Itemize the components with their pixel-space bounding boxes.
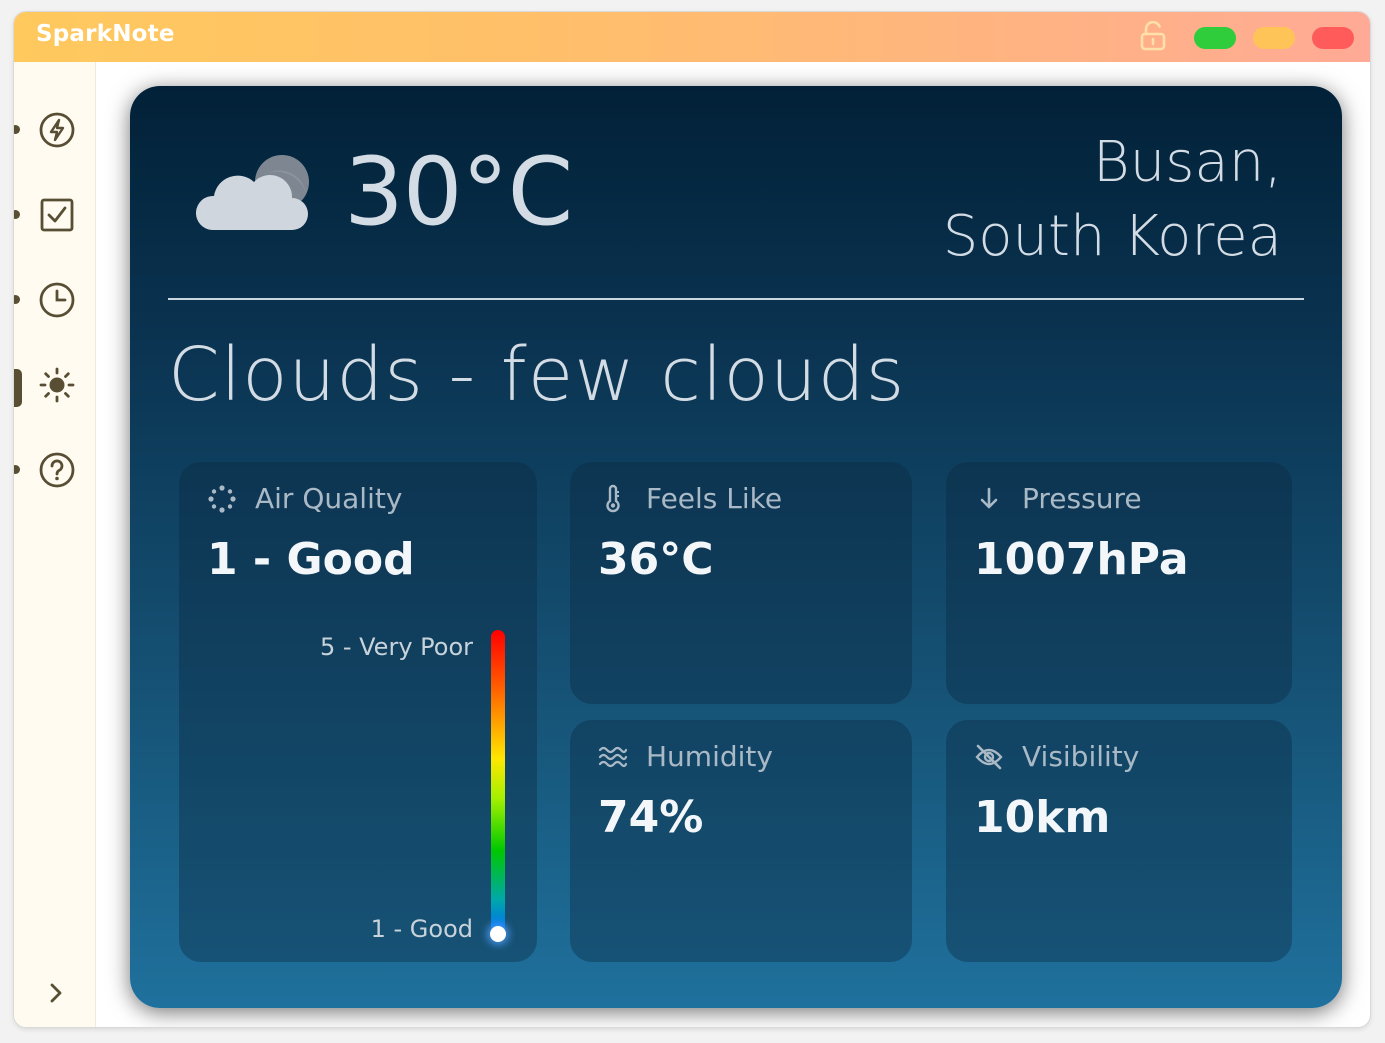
temperature-value: 30°C xyxy=(344,138,573,247)
maximize-button[interactable] xyxy=(1194,27,1236,49)
sidebar-item-weather[interactable] xyxy=(14,355,95,415)
app-window: SparkNote 30°C Busan, South Korea Clouds… xyxy=(14,12,1370,1027)
humidity-value: 74% xyxy=(598,792,704,843)
visibility-label: Visibility xyxy=(1022,740,1140,773)
pressure-label: Pressure xyxy=(1022,482,1142,515)
unlock-icon[interactable] xyxy=(1140,21,1166,51)
thermometer-icon xyxy=(606,484,620,513)
pressure-tile: Pressure 1007hPa xyxy=(946,462,1292,704)
eye-slash-icon xyxy=(975,744,1003,770)
aq-scale-bar xyxy=(491,630,505,936)
aq-scale-top-label: 5 - Very Poor xyxy=(319,633,473,661)
nav-dot xyxy=(14,210,20,219)
air-quality-icon xyxy=(208,485,236,513)
clock-icon xyxy=(39,282,75,318)
nav-dot xyxy=(14,125,20,134)
visibility-tile: Visibility 10km xyxy=(946,720,1292,962)
humidity-tile: Humidity 74% xyxy=(570,720,912,962)
nav-dot xyxy=(14,295,20,304)
weather-condition: Clouds - few clouds xyxy=(168,332,906,418)
sidebar-item-tasks[interactable] xyxy=(14,185,95,245)
divider xyxy=(168,298,1304,300)
air-quality-label: Air Quality xyxy=(255,482,403,515)
chevron-right-icon[interactable] xyxy=(44,981,68,1005)
sidebar-item-spark[interactable] xyxy=(14,100,95,160)
visibility-value: 10km xyxy=(974,792,1111,843)
sidebar-item-help[interactable] xyxy=(14,440,95,500)
sidebar-item-history[interactable] xyxy=(14,270,95,330)
help-icon xyxy=(39,452,75,488)
feels-like-tile: Feels Like 36°C xyxy=(570,462,912,704)
sun-icon xyxy=(39,367,75,403)
lightning-icon xyxy=(39,112,75,148)
air-quality-tile: Air Quality 1 - Good 5 - Very Poor 1 - G… xyxy=(179,462,537,962)
air-quality-value: 1 - Good xyxy=(207,534,415,585)
location-country: South Korea xyxy=(942,204,1282,269)
nav-dot xyxy=(14,465,20,474)
close-button[interactable] xyxy=(1312,27,1354,49)
checkbox-icon xyxy=(40,198,74,232)
aq-scale-bottom-label: 1 - Good xyxy=(370,915,473,943)
weather-card: 30°C Busan, South Korea Clouds - few clo… xyxy=(130,86,1342,1008)
feels-like-label: Feels Like xyxy=(646,482,783,515)
humidity-label: Humidity xyxy=(646,740,773,773)
app-title: SparkNote xyxy=(36,21,175,47)
active-indicator xyxy=(14,369,22,407)
waves-icon xyxy=(598,746,628,768)
feels-like-value: 36°C xyxy=(598,534,714,585)
cloud-moon-icon xyxy=(196,155,309,230)
sidebar xyxy=(14,62,96,1027)
title-bar[interactable]: SparkNote xyxy=(14,12,1370,62)
arrow-down-icon xyxy=(980,487,998,509)
pressure-value: 1007hPa xyxy=(974,534,1189,585)
location-city: Busan, xyxy=(1093,130,1282,195)
location: Busan, South Korea xyxy=(943,126,1282,274)
minimize-button[interactable] xyxy=(1253,27,1295,49)
aq-level-marker xyxy=(490,926,506,942)
